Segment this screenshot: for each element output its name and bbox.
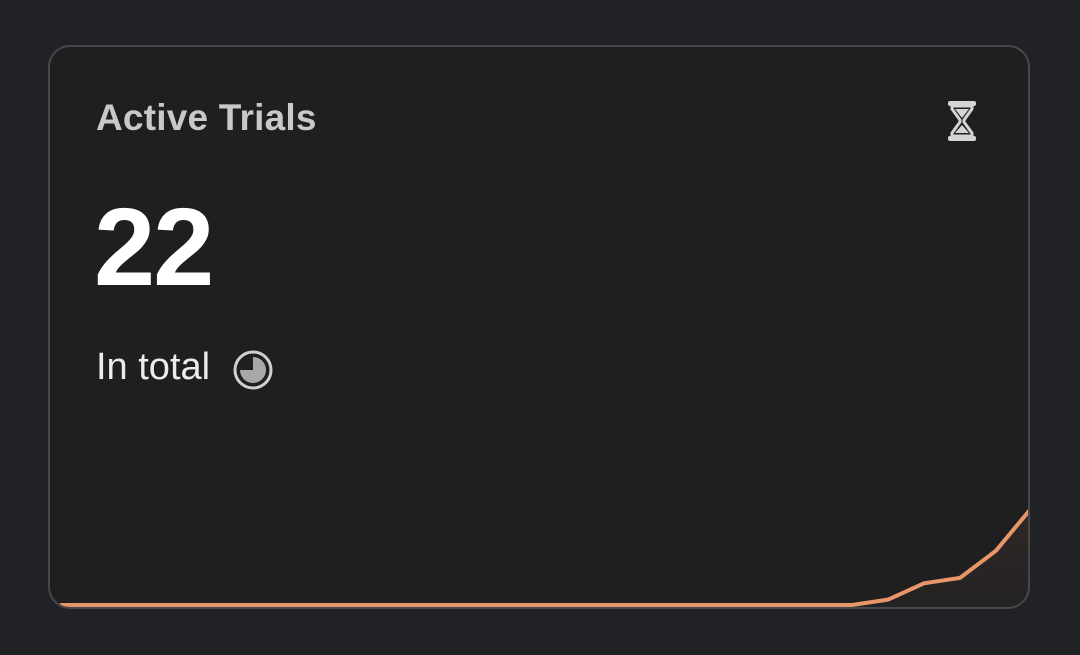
sparkline-line: [60, 508, 1028, 607]
trend-sparkline: [60, 508, 1028, 607]
sparkline-area: [60, 512, 1028, 607]
active-trials-card[interactable]: Active Trials 22 In total: [48, 45, 1030, 609]
